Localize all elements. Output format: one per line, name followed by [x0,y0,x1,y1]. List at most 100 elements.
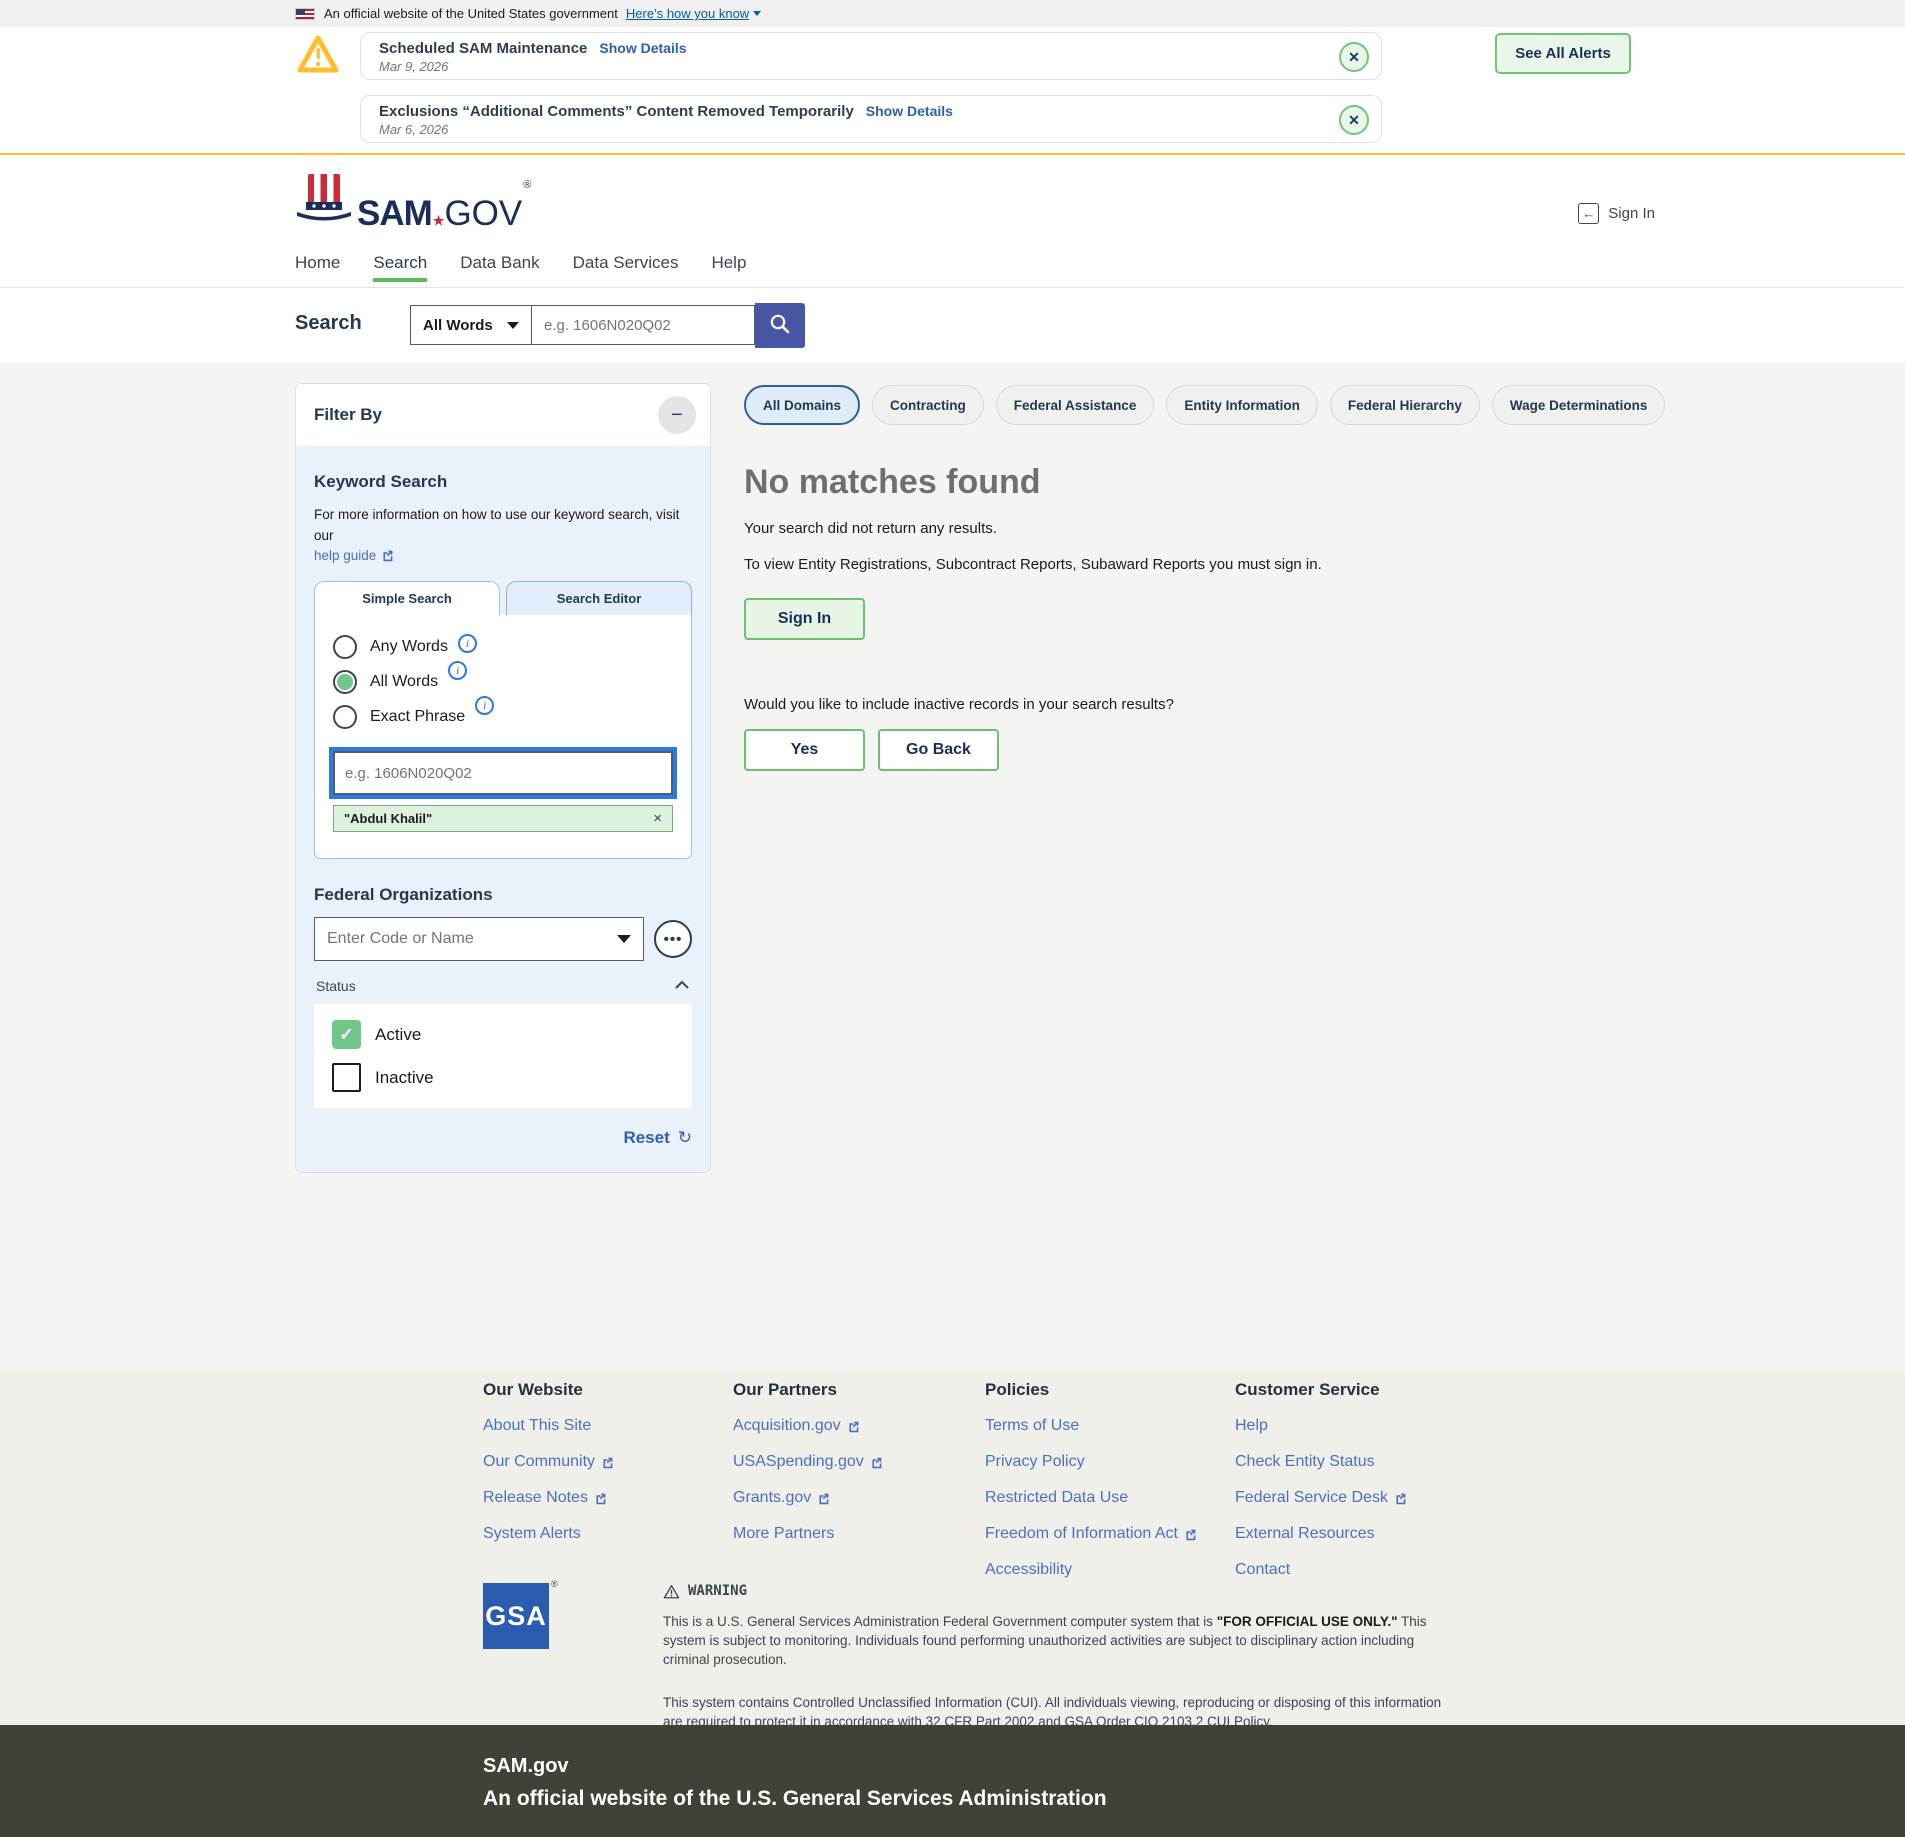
warning-paragraph-1: This is a U.S. General Services Administ… [663,1614,1427,1667]
logo-star-icon: ★ [432,213,445,228]
filter-panel: Filter By − Keyword Search For more info… [295,383,711,1173]
radio-row-any-words: Any Words i [333,633,673,659]
nav-help[interactable]: Help [711,253,746,287]
status-option-inactive[interactable]: Inactive [332,1063,674,1092]
uncle-sam-hat-icon [295,172,353,231]
status-option-active[interactable]: ✓ Active [332,1020,674,1049]
footer-link[interactable]: USASpending.gov [733,1453,883,1471]
footer-link[interactable]: Check Entity Status [1235,1453,1407,1471]
footer-link[interactable]: Our Community [483,1453,614,1471]
footer-link[interactable]: Release Notes [483,1489,614,1507]
inactive-records-question: Would you like to include inactive recor… [744,696,1174,713]
help-guide-link[interactable]: help guide [314,548,394,563]
info-icon[interactable]: i [448,660,468,680]
checkbox-unchecked-icon[interactable] [332,1063,361,1092]
us-flag-icon [295,7,315,20]
info-icon[interactable]: i [457,633,477,653]
yes-button[interactable]: Yes [744,729,865,771]
nav-search[interactable]: Search [373,253,427,287]
reset-link[interactable]: Reset [623,1128,669,1148]
footer-link[interactable]: Restricted Data Use [985,1489,1197,1507]
pill-entity-information[interactable]: Entity Information [1166,385,1318,425]
external-link-icon [383,550,393,562]
close-icon[interactable]: ✕ [1339,105,1369,135]
radio-any-words[interactable] [333,635,357,659]
caret-down-icon [617,935,631,943]
pill-federal-assistance[interactable]: Federal Assistance [995,385,1155,425]
keyword-chip: "Abdul Khalil" × [333,805,673,832]
footer-link[interactable]: Contact [1235,1561,1407,1579]
show-details-link[interactable]: Show Details [866,103,953,119]
footer-link[interactable]: Help [1235,1417,1407,1435]
go-back-button[interactable]: Go Back [878,729,999,771]
footer-link[interactable]: About This Site [483,1417,614,1435]
search-bar-row: Search All Words [0,288,1905,363]
warning-paragraph-2: This system contains Controlled Unclassi… [663,1695,1442,1729]
nav-data-bank[interactable]: Data Bank [460,253,539,287]
minus-icon: − [671,403,683,426]
footer-link[interactable]: Privacy Policy [985,1453,1197,1471]
search-mode-value: All Words [423,316,493,334]
collapse-filters-button[interactable]: − [658,396,696,434]
sign-in-hint-text: To view Entity Registrations, Subcontrac… [744,556,1322,573]
reset-refresh-icon[interactable]: ↻ [678,1128,692,1148]
nav-data-services[interactable]: Data Services [573,253,679,287]
chip-label: "Abdul Khalil" [344,811,433,826]
search-submit-button[interactable] [755,303,805,348]
top-search-input[interactable] [532,305,755,345]
status-label: Status [316,978,356,994]
footer-col-our-website: Our Website About This Site Our Communit… [483,1380,614,1561]
external-link-icon [603,1457,613,1468]
pill-contracting[interactable]: Contracting [872,385,984,425]
alert-title: Exclusions “Additional Comments” Content… [379,103,854,120]
chip-remove-icon[interactable]: × [653,810,662,827]
close-icon[interactable]: ✕ [1339,42,1369,72]
radio-all-words[interactable] [333,670,357,694]
gsa-registered-mark: ® [551,1579,558,1589]
no-results-text: Your search did not return any results. [744,520,997,537]
footer-link[interactable]: External Resources [1235,1525,1407,1543]
radio-row-exact-phrase: Exact Phrase i [333,695,673,729]
tab-simple-search[interactable]: Simple Search [314,581,500,615]
how-you-know-link[interactable]: Here’s how you know [626,6,749,21]
footer-link[interactable]: Grants.gov [733,1489,883,1507]
footer-link[interactable]: Terms of Use [985,1417,1197,1435]
federal-orgs-select[interactable]: Enter Code or Name [314,917,644,961]
warning-heading: WARNING [663,1583,1453,1599]
search-icon [768,312,792,339]
sam-gov-logo[interactable]: SAM★GOV® [295,172,531,231]
tab-search-editor[interactable]: Search Editor [506,581,692,615]
footer-link[interactable]: Acquisition.gov [733,1417,883,1435]
sign-in-label: Sign In [1608,205,1655,222]
registered-mark: ® [523,179,531,191]
external-link-icon [819,1493,829,1504]
search-mode-select[interactable]: All Words [410,305,532,345]
footer-link[interactable]: Federal Service Desk [1235,1489,1407,1507]
footer-link[interactable]: More Partners [733,1525,883,1543]
header-sign-in[interactable]: ← Sign In [1578,203,1655,224]
show-details-link[interactable]: Show Details [599,40,686,56]
more-options-button[interactable]: ••• [654,920,692,958]
chevron-up-icon[interactable] [674,977,690,995]
nav-home[interactable]: Home [295,253,340,287]
footer-link[interactable]: System Alerts [483,1525,614,1543]
pill-federal-hierarchy[interactable]: Federal Hierarchy [1329,385,1480,425]
sign-in-icon: ← [1578,203,1600,224]
warning-triangle-icon [663,1584,680,1598]
footer-link[interactable]: Freedom of Information Act [985,1525,1197,1543]
checkbox-checked-icon[interactable]: ✓ [332,1020,361,1049]
external-link-icon [1396,1493,1406,1504]
footer-link[interactable]: Accessibility [985,1561,1197,1579]
site-header: SAM★GOV® ← Sign In Home Search Data Bank… [0,155,1905,288]
info-icon[interactable]: i [475,695,495,715]
federal-orgs-heading: Federal Organizations [314,885,493,904]
footer-site-subtitle: An official website of the U.S. General … [483,1787,1107,1810]
alerts-section: Scheduled SAM Maintenance Show Details M… [0,27,1905,155]
pill-all-domains[interactable]: All Domains [744,385,861,425]
sign-in-button[interactable]: Sign In [744,598,865,640]
pill-wage-determinations[interactable]: Wage Determinations [1491,385,1666,425]
radio-exact-phrase[interactable] [333,705,357,729]
see-all-alerts-button[interactable]: See All Alerts [1495,33,1631,74]
keyword-input[interactable] [329,747,677,799]
alert-title: Scheduled SAM Maintenance [379,40,588,57]
